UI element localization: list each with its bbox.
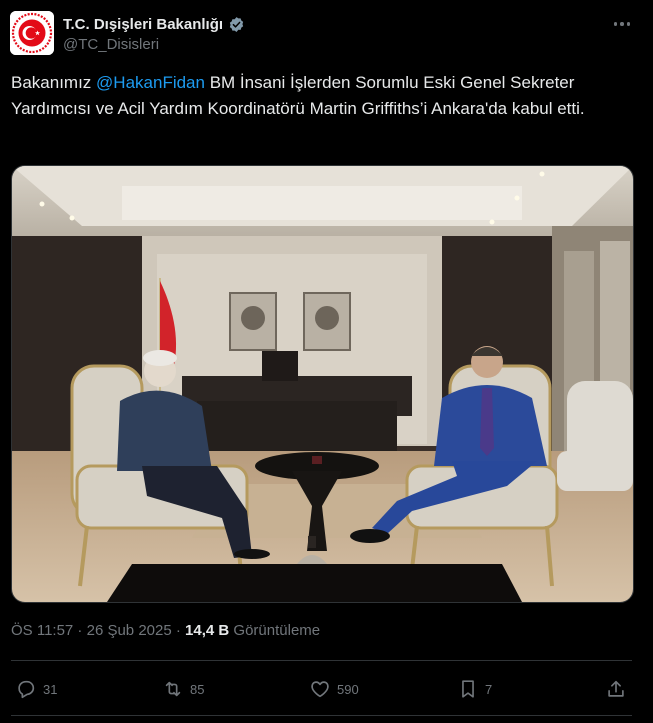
repost-count: 85 [190,681,205,697]
like-button[interactable]: 590 [309,677,359,701]
reply-icon [18,680,35,699]
account-display-name[interactable]: T.C. Dışişleri Bakanlığı [63,16,223,33]
share-button[interactable] [605,677,627,701]
tweet-header: T.C. Dışişleri Bakanlığı @TC_Disisleri [0,0,653,64]
more-options-icon[interactable] [610,14,634,34]
more-dot [626,22,631,26]
account-name-row: T.C. Dışişleri Bakanlığı [63,14,245,34]
views-count: 14,4 B [185,622,230,639]
repost-icon [165,681,181,697]
tweet-timestamp[interactable]: ÖS 11:57 · 26 Şub 2025 · 14,4 B Görüntül… [11,622,320,639]
tweet-text-start: Bakanımız [11,73,97,92]
ministry-logo-icon [10,11,54,55]
divider [11,660,632,661]
bookmark-count: 7 [485,681,493,697]
heart-icon [311,681,329,698]
meta-separator: · [171,622,186,639]
reply-button[interactable]: 31 [15,677,57,701]
tweet-date: 26 Şub 2025 [86,622,172,639]
tweet-time: ÖS 11:57 [11,622,74,639]
verified-badge-icon[interactable] [228,16,245,33]
avatar[interactable] [10,11,54,55]
bookmark-button[interactable]: 7 [457,677,492,701]
like-count: 590 [337,681,359,697]
tweet-text: Bakanımız @HakanFidan BM İnsani İşlerden… [11,70,641,122]
more-dot [620,22,624,26]
views-label: Görüntüleme [233,622,321,639]
reply-count: 31 [43,681,58,697]
tweet-photo[interactable] [11,165,634,603]
account-handle[interactable]: @TC_Disisleri [63,36,159,53]
meta-separator: · [73,622,87,639]
mention-link[interactable]: @HakanFidan [96,73,205,92]
action-bar: 31 85 590 7 [0,669,653,709]
bookmark-icon [462,680,474,698]
more-dot [613,22,618,26]
share-icon [608,680,624,697]
photo-illustration [12,166,633,602]
divider [11,715,632,716]
repost-button[interactable]: 85 [162,677,204,701]
